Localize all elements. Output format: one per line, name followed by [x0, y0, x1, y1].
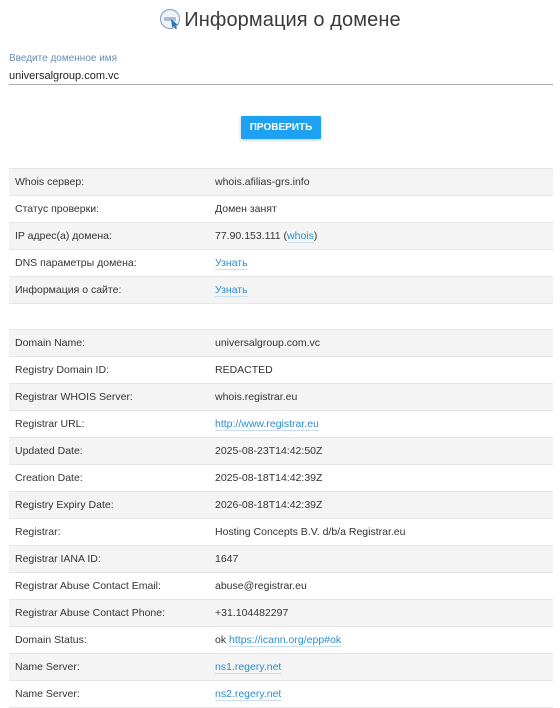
- table-row: Статус проверки: Домен занят: [9, 195, 553, 223]
- row-value: +31.104482297: [209, 599, 553, 627]
- site-info-link[interactable]: Узнать: [215, 284, 248, 297]
- table-row: Registrar: Hosting Concepts B.V. d/b/a Re…: [9, 518, 553, 546]
- whois-link[interactable]: whois: [287, 230, 314, 243]
- row-value: 1647: [209, 545, 553, 573]
- row-label: Whois сервер:: [9, 168, 209, 196]
- row-value-text: ok: [215, 634, 230, 646]
- row-value-text: 2026-08-18T14:42:39Z: [215, 499, 323, 511]
- table-row: Whois сервер: whois.afilias-grs.info: [9, 168, 553, 196]
- row-value-text: whois.registrar.eu: [215, 391, 298, 403]
- row-label: Registry Domain ID:: [9, 356, 209, 384]
- row-label: Registrar Abuse Contact Email:: [9, 572, 209, 600]
- table-row: Информация о сайте: Узнать: [9, 276, 553, 304]
- whois-table: Domain Name: universalgroup.com.vc Registr…: [9, 329, 553, 708]
- row-value: 2026-08-18T14:42:39Z: [209, 491, 553, 519]
- table-row: Registry Expiry Date: 2026-08-18T14:42:39…: [9, 491, 553, 519]
- table-row: DNS параметры домена: Узнать: [9, 249, 553, 277]
- row-label: Registrar WHOIS Server:: [9, 383, 209, 411]
- row-value-text: +31.104482297: [215, 607, 289, 619]
- table-row: Registrar URL: http://www.registrar.eu: [9, 410, 553, 438]
- row-value: whois.afilias-grs.info: [209, 168, 553, 196]
- dns-find-link[interactable]: Узнать: [215, 257, 248, 270]
- row-label: Информация о сайте:: [9, 276, 209, 304]
- row-value: Узнать: [209, 276, 553, 304]
- row-label: Registrar Abuse Contact Phone:: [9, 599, 209, 627]
- check-button[interactable]: ПРОВЕРИТЬ: [241, 116, 321, 139]
- summary-table: Whois сервер: whois.afilias-grs.info Ста…: [9, 168, 553, 304]
- row-value: Домен занят: [209, 195, 553, 223]
- domain-search-icon: [160, 8, 181, 30]
- row-label: Registrar:: [9, 518, 209, 546]
- table-row: Creation Date: 2025-08-18T14:42:39Z: [9, 464, 553, 492]
- row-value: whois.registrar.eu: [209, 383, 553, 411]
- row-label: DNS параметры домена:: [9, 249, 209, 277]
- domain-field-label: Введите доменное имя: [9, 53, 118, 64]
- row-label: Registrar URL:: [9, 410, 209, 438]
- table-row: Registrar Abuse Contact Phone: +31.104482…: [9, 599, 553, 627]
- row-value-text: Hosting Concepts B.V. d/b/a Registrar.eu: [215, 526, 406, 538]
- row-value: 2025-08-18T14:42:39Z: [209, 464, 553, 492]
- row-value: abuse@registrar.eu: [209, 572, 553, 600]
- row-label: Статус проверки:: [9, 195, 209, 223]
- paren-close: ): [313, 230, 318, 242]
- row-value: REDACTED: [209, 356, 553, 384]
- row-label: IP адрес(а) домена:: [9, 222, 209, 250]
- table-row: Name Server: ns1.regery.net: [9, 653, 553, 681]
- row-value: universalgroup.com.vc: [209, 329, 553, 357]
- table-row: Domain Name: universalgroup.com.vc: [9, 329, 553, 357]
- page-header: Информация о домене: [0, 6, 560, 34]
- table-row: Name Server: ns2.regery.net: [9, 680, 553, 708]
- row-label: Name Server:: [9, 653, 209, 681]
- table-row: Registry Domain ID: REDACTED: [9, 356, 553, 384]
- row-value: Узнать: [209, 249, 553, 277]
- row-label: Name Server:: [9, 680, 209, 708]
- table-row: Domain Status: ok https://icann.org/epp#o…: [9, 626, 553, 654]
- row-label: Domain Status:: [9, 626, 209, 654]
- table-row: IP адрес(а) домена: 77.90.153.111 (whois…: [9, 222, 553, 250]
- row-value-text: 1647: [215, 553, 239, 565]
- row-label: Updated Date:: [9, 437, 209, 465]
- row-value-text: abuse@registrar.eu: [215, 580, 307, 592]
- row-value-text: universalgroup.com.vc: [215, 337, 321, 349]
- row-value-text: 2025-08-18T14:42:39Z: [215, 472, 323, 484]
- row-value: http://www.registrar.eu: [209, 410, 553, 438]
- row-value: ns2.regery.net: [209, 680, 553, 708]
- row-value-text: 2025-08-23T14:42:50Z: [215, 445, 323, 457]
- domain-input[interactable]: [9, 67, 553, 85]
- table-row: Registrar IANA ID: 1647: [9, 545, 553, 573]
- ip-address: 77.90.153.111: [215, 230, 281, 242]
- row-value: ok https://icann.org/epp#ok: [209, 626, 553, 654]
- row-label: Registry Expiry Date:: [9, 491, 209, 519]
- row-value-text: REDACTED: [215, 364, 273, 376]
- row-value: 2025-08-23T14:42:50Z: [209, 437, 553, 465]
- table-row: Registrar Abuse Contact Email: abuse@regi…: [9, 572, 553, 600]
- row-value: Hosting Concepts B.V. d/b/a Registrar.eu: [209, 518, 553, 546]
- row-value: 77.90.153.111 (whois): [209, 222, 553, 250]
- row-label: Registrar IANA ID:: [9, 545, 209, 573]
- row-label: Domain Name:: [9, 329, 209, 357]
- row-link[interactable]: https://icann.org/epp#ok: [229, 634, 342, 647]
- row-link[interactable]: ns1.regery.net: [215, 661, 282, 674]
- table-row: Registrar WHOIS Server: whois.registrar.e…: [9, 383, 553, 411]
- row-value: ns1.regery.net: [209, 653, 553, 681]
- table-row: Updated Date: 2025-08-23T14:42:50Z: [9, 437, 553, 465]
- page-title: Информация о домене: [184, 8, 401, 31]
- row-label: Creation Date:: [9, 464, 209, 492]
- row-link[interactable]: ns2.regery.net: [215, 688, 282, 701]
- row-link[interactable]: http://www.registrar.eu: [215, 418, 319, 431]
